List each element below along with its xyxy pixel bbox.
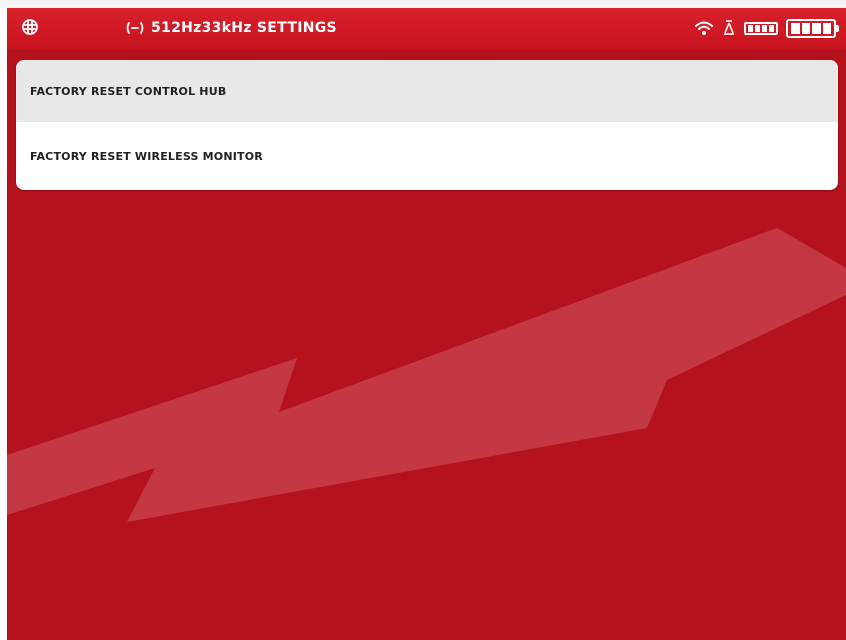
grid-icon[interactable]	[21, 18, 39, 36]
wifi-icon	[695, 21, 713, 35]
battery-small-icon	[744, 21, 778, 35]
status-bar: 512Hz33kHz SETTINGS	[7, 8, 846, 50]
app-screen: 512Hz33kHz SETTINGS FACTORY RESET CONTRO…	[0, 0, 846, 640]
list-item-label: FACTORY RESET CONTROL HUB	[30, 84, 227, 98]
monitor-icon	[724, 20, 734, 35]
battery-full-icon	[786, 18, 839, 38]
list-item-label: FACTORY RESET WIRELESS MONITOR	[30, 149, 263, 163]
signal-icon	[126, 22, 144, 34]
caption-strip	[0, 0, 846, 8]
settings-list: FACTORY RESET CONTROL HUB FACTORY RESET …	[16, 60, 838, 190]
page-title: 512Hz33kHz SETTINGS	[151, 20, 337, 36]
factory-reset-control-hub-item[interactable]: FACTORY RESET CONTROL HUB	[16, 60, 838, 122]
header-title-group: 512Hz33kHz SETTINGS	[125, 18, 337, 38]
status-icons	[694, 16, 839, 40]
main-content: FACTORY RESET CONTROL HUB FACTORY RESET …	[7, 50, 846, 640]
factory-reset-wireless-monitor-item[interactable]: FACTORY RESET WIRELESS MONITOR	[16, 122, 838, 190]
